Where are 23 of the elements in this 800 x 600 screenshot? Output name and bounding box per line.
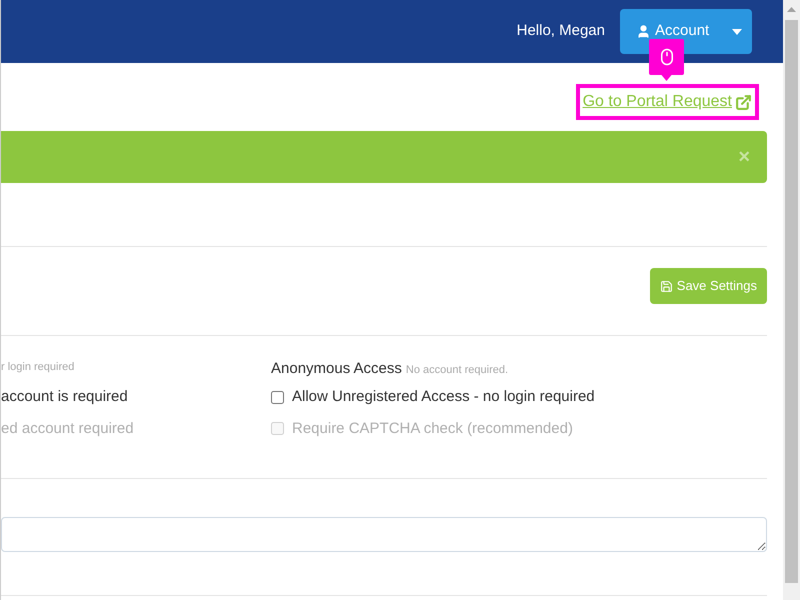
account-button[interactable]: Account <box>620 9 752 54</box>
scrollbar-thumb[interactable] <box>785 20 798 583</box>
external-link-icon <box>735 94 752 110</box>
option-label: ed account required <box>1 418 135 438</box>
user-icon <box>636 24 651 39</box>
close-button[interactable]: × <box>738 147 750 167</box>
option-label: account is required <box>1 387 129 407</box>
scrollbar[interactable] <box>783 0 800 600</box>
section-title: Anonymous Access <box>271 359 402 379</box>
save-icon <box>660 280 673 292</box>
scroll-up-icon[interactable] <box>787 7 796 12</box>
mouse-icon <box>658 48 676 66</box>
tooltip <box>649 39 684 81</box>
text-area[interactable] <box>1 517 767 552</box>
greeting: Hello, Megan <box>516 21 605 42</box>
hint-text: No account required. <box>406 363 508 378</box>
option-label: Require CAPTCHA check (recommended) <box>292 418 573 438</box>
save-button[interactable]: Save Settings <box>650 268 767 304</box>
portal-link[interactable]: Go to Portal Request <box>576 84 759 120</box>
option-label: Allow Unregistered Access - no login required <box>292 387 595 407</box>
checkbox[interactable] <box>271 390 284 404</box>
hint-text: r login required <box>1 360 76 375</box>
caret-icon <box>732 28 742 34</box>
